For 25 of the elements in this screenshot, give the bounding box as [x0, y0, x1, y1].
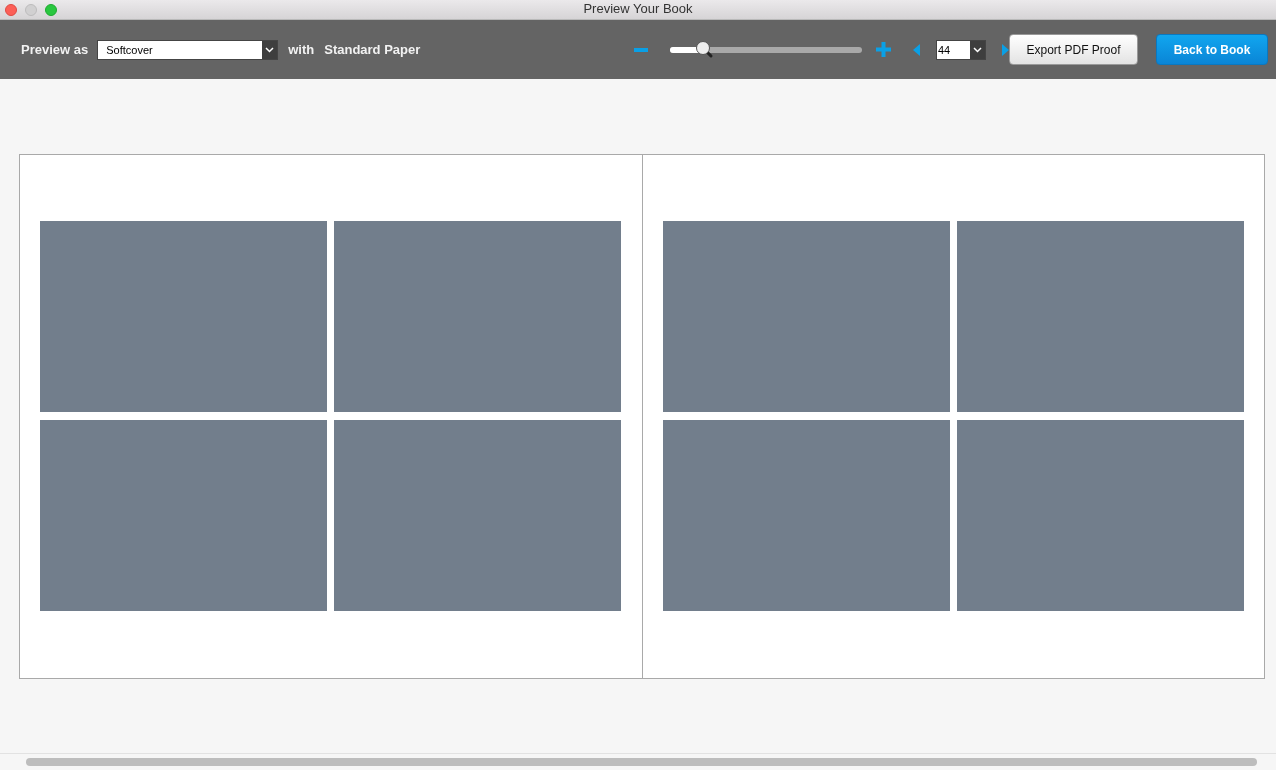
minimize-button[interactable] — [25, 3, 37, 16]
cover-dropdown[interactable]: Softcover — [97, 39, 279, 60]
paper-label: Standard Paper — [324, 42, 421, 57]
photo-placeholder[interactable] — [40, 221, 327, 412]
zoom-button[interactable] — [45, 3, 57, 16]
window-title: Preview Your Book — [583, 1, 693, 16]
previous-page-icon[interactable] — [913, 43, 920, 56]
photo-placeholder[interactable] — [956, 221, 1244, 412]
photo-placeholder[interactable] — [956, 420, 1244, 611]
photo-placeholder[interactable] — [40, 420, 327, 611]
page-dropdown[interactable]: 44 — [936, 39, 986, 60]
caret-icon — [973, 46, 982, 53]
scrollbar-thumb[interactable] — [26, 758, 1257, 766]
caret-icon — [265, 46, 275, 53]
close-button[interactable] — [5, 3, 17, 16]
photo-placeholder[interactable] — [334, 221, 621, 412]
photo-placeholder[interactable] — [662, 420, 950, 611]
with-label: with — [288, 42, 315, 57]
export-button[interactable]: Export PDF Proof — [1009, 34, 1138, 65]
photo-placeholder[interactable] — [334, 420, 621, 611]
slider-thumb[interactable] — [694, 39, 715, 60]
zoom-in-icon[interactable] — [876, 42, 891, 57]
preview-label: Preview as — [21, 42, 89, 57]
photo-placeholder[interactable] — [662, 221, 950, 412]
zoom-out-icon[interactable] — [634, 47, 648, 52]
